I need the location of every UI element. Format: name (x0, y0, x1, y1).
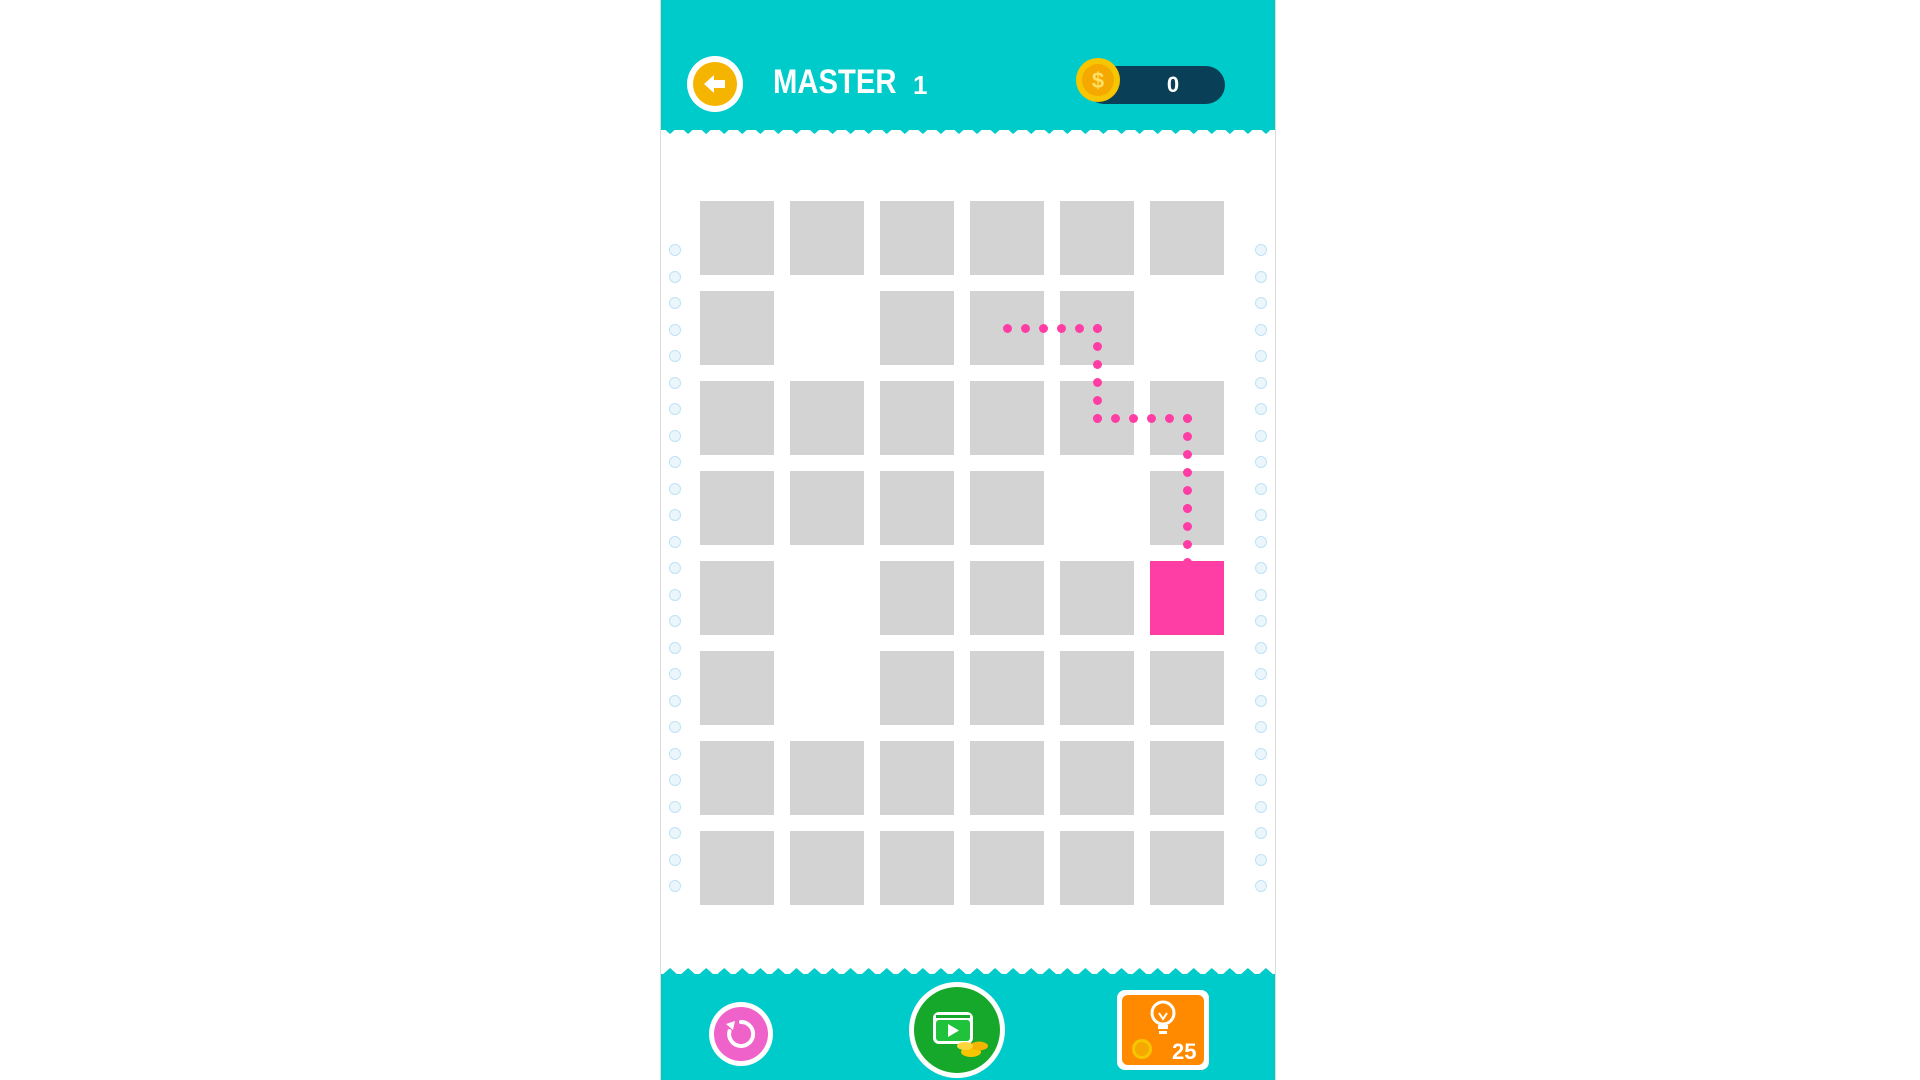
grid-cell[interactable] (970, 201, 1044, 275)
restart-icon (714, 1007, 768, 1061)
grid-cell[interactable] (1060, 201, 1134, 275)
grid-cell[interactable] (790, 831, 864, 905)
hint-path-dot (1164, 413, 1174, 423)
grid-cell[interactable] (970, 741, 1044, 815)
empty-cell (1150, 291, 1224, 365)
grid-cell[interactable] (880, 741, 954, 815)
game-board (661, 0, 1275, 1080)
hint-cost: 25 (1172, 1039, 1197, 1064)
hint-path-dot (1146, 413, 1156, 423)
restart-button[interactable] (709, 1002, 773, 1066)
hint-path-dot (1182, 449, 1192, 459)
grid-cell[interactable] (1060, 651, 1134, 725)
grid-cell[interactable] (880, 471, 954, 545)
grid-cell[interactable] (1150, 201, 1224, 275)
watch-video-button[interactable] (909, 982, 1005, 1078)
grid-cell[interactable] (880, 651, 954, 725)
grid-cell[interactable] (880, 831, 954, 905)
grid-cell[interactable] (970, 471, 1044, 545)
grid-cell[interactable] (1060, 741, 1134, 815)
hint-path-dot (1002, 323, 1012, 333)
grid-cell[interactable] (700, 381, 774, 455)
grid-cell[interactable] (970, 651, 1044, 725)
grid-cell[interactable] (790, 201, 864, 275)
grid-cell[interactable] (880, 381, 954, 455)
empty-cell (790, 651, 864, 725)
grid-cell[interactable] (700, 291, 774, 365)
path-head-cell[interactable] (1150, 561, 1224, 635)
grid-cell[interactable] (790, 741, 864, 815)
hint-path-dot (1182, 431, 1192, 441)
grid-cell[interactable] (700, 831, 774, 905)
hint-path-dot (1092, 377, 1102, 387)
hint-path-dot (1182, 575, 1192, 585)
hint-path-dot (1056, 323, 1066, 333)
grid-cell[interactable] (700, 741, 774, 815)
grid-cell[interactable] (1150, 831, 1224, 905)
hint-path-dot (1110, 413, 1120, 423)
hint-path-dot (1182, 557, 1192, 567)
grid-cell[interactable] (1060, 561, 1134, 635)
hint-button-face: 25 (1122, 995, 1204, 1065)
hint-path-dot (1182, 467, 1192, 477)
grid-cell[interactable] (700, 201, 774, 275)
grid-cell[interactable] (1150, 651, 1224, 725)
hint-path-dot (1038, 323, 1048, 333)
hint-path-dot (1182, 539, 1192, 549)
grid-cell[interactable] (970, 381, 1044, 455)
hint-path-dot (1182, 485, 1192, 495)
hint-path-dot (1074, 323, 1084, 333)
empty-cell (1060, 471, 1134, 545)
grid-cell[interactable] (700, 651, 774, 725)
grid-cell[interactable] (700, 561, 774, 635)
hint-path-dot (1092, 323, 1102, 333)
hint-path-dot (1092, 413, 1102, 423)
game-screen: MASTER 1 $ 0 25 (660, 0, 1276, 1080)
hint-path-dot (1092, 395, 1102, 405)
grid-cell[interactable] (880, 561, 954, 635)
hint-button[interactable]: 25 (1117, 990, 1209, 1070)
grid-cell[interactable] (1060, 831, 1134, 905)
hint-path-dot (1020, 323, 1030, 333)
hint-path-dot (1128, 413, 1138, 423)
empty-cell (790, 561, 864, 635)
grid-cell[interactable] (880, 291, 954, 365)
hint-path-dot (1182, 503, 1192, 513)
hint-path-dot (1092, 341, 1102, 351)
grid-cell[interactable] (970, 561, 1044, 635)
lightbulb-icon (1150, 1000, 1176, 1034)
grid-cell[interactable] (880, 201, 954, 275)
hint-path-dot (1182, 413, 1192, 423)
video-reward-icon (914, 987, 1000, 1073)
grid-cell[interactable] (790, 381, 864, 455)
grid-cell[interactable] (700, 471, 774, 545)
grid-cell[interactable] (1150, 741, 1224, 815)
empty-cell (790, 291, 864, 365)
hint-path-dot (1182, 521, 1192, 531)
hint-path-dot (1092, 359, 1102, 369)
grid-cell[interactable] (970, 831, 1044, 905)
grid-cell[interactable] (790, 471, 864, 545)
coin-icon (1132, 1039, 1152, 1059)
